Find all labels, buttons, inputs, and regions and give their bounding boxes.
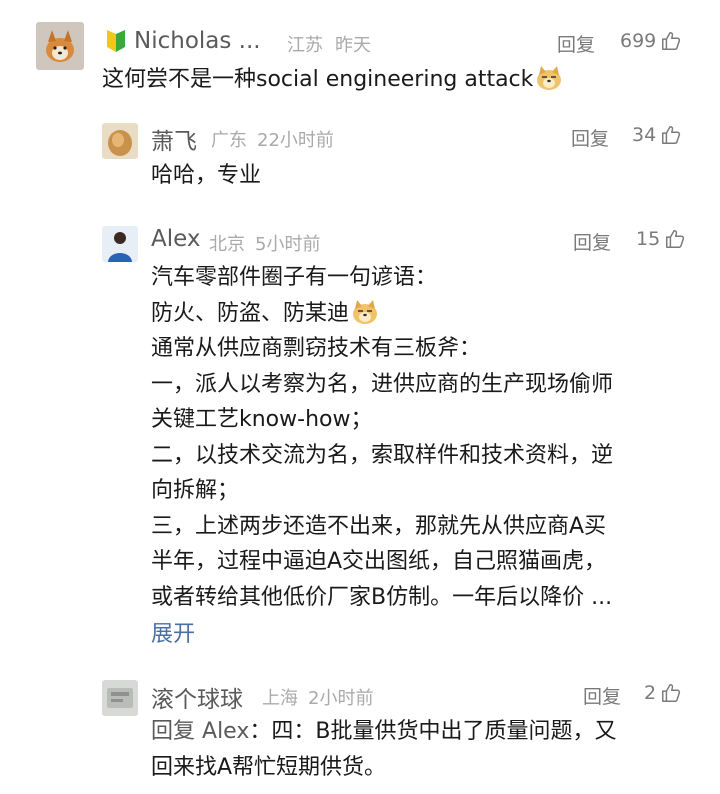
- comment-text-line: 一，派人以考察为名，进供应商的生产现场偷师: [151, 371, 614, 397]
- like-button[interactable]: 34: [632, 124, 682, 146]
- comment-item: 滚个球球 上海 2小时前 回复 2 回复 Alex：四：B批量供货中出了质量问题…: [0, 662, 720, 794]
- comment-text-line: 哈哈，专业: [151, 163, 262, 188]
- comment-text-line: 汽车零部件圈子有一句谚语：: [151, 265, 438, 290]
- avatar-image: [36, 22, 84, 70]
- comment-time: 2小时前: [308, 688, 374, 709]
- like-count: 2: [644, 682, 657, 704]
- like-count: 699: [620, 30, 657, 52]
- doge-emoji-icon: [537, 66, 562, 90]
- comment-author[interactable]: Alex: [151, 226, 200, 252]
- comment-text-line: 三，上述两步还造不出来，那就先从供应商A买: [151, 513, 607, 539]
- comment-text-line: 通常从供应商剽窃技术有三板斧：: [151, 336, 482, 361]
- comment-item: 萧飞 广东 22小时前 回复 34 哈哈，专业: [0, 100, 720, 200]
- avatar[interactable]: [102, 680, 138, 716]
- comment-time: 昨天: [335, 35, 371, 56]
- comment-item: Nicholas ... 江苏 昨天 回复 699 这何尝不是一种social …: [0, 0, 720, 100]
- comment-text-line: 防火、防盗、防某迪: [151, 300, 350, 326]
- comment-text-line: 向拆解；: [151, 478, 240, 503]
- thumbs-up-icon: [666, 230, 685, 248]
- like-button[interactable]: 15: [636, 228, 686, 250]
- expand-link[interactable]: 展开: [151, 616, 195, 648]
- thumbs-up-icon: [662, 32, 681, 50]
- avatar-image: [102, 123, 138, 159]
- comment-body: 汽车零部件圈子有一句谚语： 防火、防盗、防某迪 通常从供应商剽窃技术有三板斧： …: [151, 260, 613, 615]
- thumbs-up-icon: [662, 684, 681, 702]
- comment-text-line: 回来找A帮忙短期供货。: [151, 754, 387, 780]
- avatar[interactable]: [102, 226, 138, 262]
- reply-target-user[interactable]: Alex: [202, 719, 249, 744]
- comment-time: 22小时前: [257, 130, 334, 151]
- doge-emoji-icon: [353, 299, 378, 324]
- comment-text-line: 二，以技术交流为名，索取样件和技术资料，逆: [151, 442, 614, 468]
- comment-text-line: 关键工艺know-how；: [151, 407, 373, 432]
- comment-time: 5小时前: [255, 234, 321, 255]
- reply-button[interactable]: 回复: [557, 30, 595, 57]
- like-count: 34: [632, 124, 657, 146]
- comment-location: 上海: [262, 688, 298, 709]
- reply-button[interactable]: 回复: [571, 124, 609, 151]
- like-button[interactable]: 2: [644, 682, 682, 704]
- avatar[interactable]: [102, 123, 138, 159]
- comment-text-line: 这何尝不是一种social engineering attack: [102, 67, 534, 92]
- avatar-image: [102, 226, 138, 262]
- comment-text-line: ：四：B批量供货中出了质量问题，又: [249, 719, 617, 744]
- comment-location: 江苏: [287, 35, 323, 56]
- reply-button[interactable]: 回复: [583, 682, 621, 709]
- comment-body: 哈哈，专业: [151, 158, 261, 194]
- thumbs-up-icon: [662, 126, 681, 144]
- avatar-image: [102, 680, 138, 716]
- reply-button[interactable]: 回复: [573, 228, 611, 255]
- reply-prefix: 回复: [151, 719, 196, 744]
- comment-text-line: 或者转给其他低价厂家B仿制。一年后以降价 ...: [151, 584, 613, 610]
- comment-author[interactable]: 萧飞: [151, 122, 197, 156]
- comment-author[interactable]: Nicholas ...: [134, 28, 261, 54]
- comment-location: 北京: [209, 234, 245, 255]
- comment-location: 广东: [211, 130, 247, 151]
- comment-author[interactable]: 滚个球球: [151, 680, 243, 714]
- like-count: 15: [636, 228, 661, 250]
- comment-body: 回复 Alex：四：B批量供货中出了质量问题，又 回来找A帮忙短期供货。: [151, 714, 616, 785]
- avatar[interactable]: [36, 22, 84, 70]
- comment-body: 这何尝不是一种social engineering attack: [102, 62, 563, 98]
- verified-badge-icon: [104, 28, 128, 58]
- comment-item: Alex 北京 5小时前 回复 15 汽车零部件圈子有一句谚语： 防火、防盗、防…: [0, 204, 720, 654]
- like-button[interactable]: 699: [620, 30, 682, 52]
- comment-text-line: 半年，过程中逼迫A交出图纸，自己照猫画虎，: [151, 549, 607, 574]
